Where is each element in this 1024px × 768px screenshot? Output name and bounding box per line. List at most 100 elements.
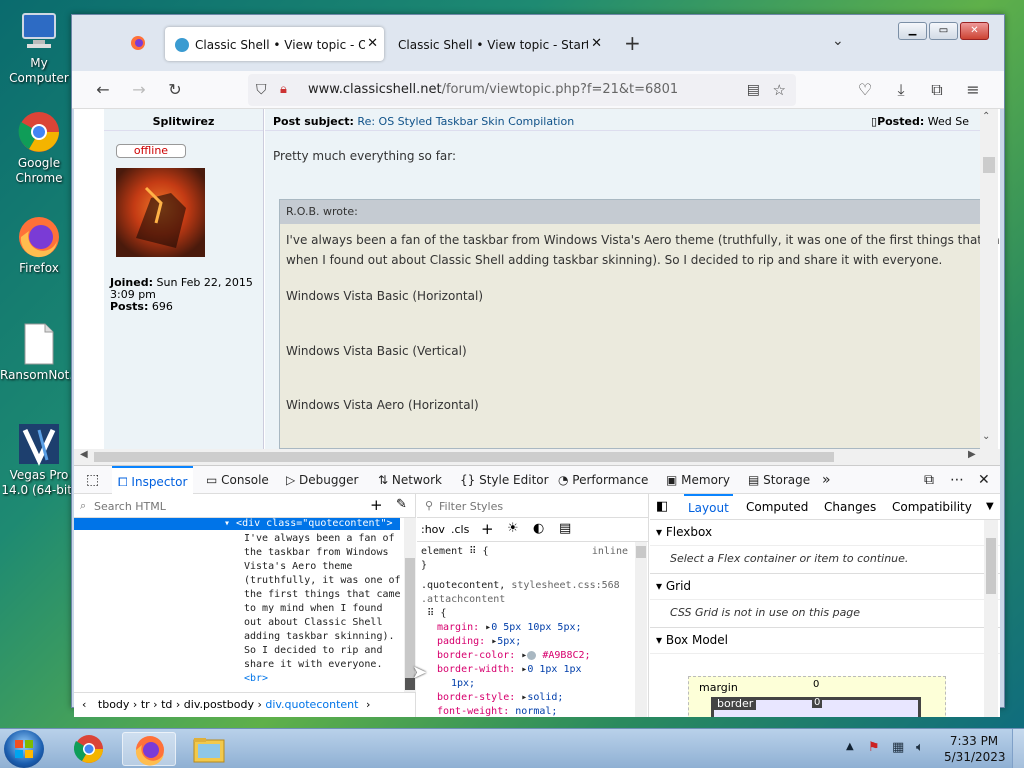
back-icon[interactable]: ← bbox=[92, 79, 114, 101]
pocket-icon[interactable]: ♡ bbox=[854, 79, 876, 101]
eyedropper-icon[interactable]: ✎ bbox=[396, 497, 407, 512]
desktop-icon-vegas-pro[interactable]: Vegas Pro 14.0 (64-bit) bbox=[0, 422, 78, 498]
network-icon[interactable]: ▦ bbox=[892, 740, 904, 755]
post-subject-link[interactable]: Re: OS Styled Taskbar Skin Compilation bbox=[357, 115, 574, 128]
html-search: ⌕ + ✎ bbox=[74, 494, 415, 518]
dock-icon[interactable]: ⧉ bbox=[924, 466, 934, 494]
close-tab-icon[interactable]: ✕ bbox=[367, 27, 378, 61]
tab-classic-shell-os[interactable]: Classic Shell • View topic - OS S ✕ bbox=[165, 27, 384, 61]
post-body-column: Post subject: Re: OS Styled Taskbar Skin… bbox=[265, 109, 1000, 449]
tab-performance[interactable]: ◔ Performance bbox=[558, 466, 648, 494]
url-bar[interactable]: ⛉ 🔒︎ www.classicshell.net/forum/viewtopi… bbox=[248, 74, 796, 106]
desktop-icon-ransomnote[interactable]: RansomNot... bbox=[0, 322, 81, 383]
desktop-icon-my-computer[interactable]: My Computer bbox=[0, 10, 78, 86]
folder-icon bbox=[193, 738, 225, 763]
page-horizontal-scrollbar[interactable]: ◀ ▶ bbox=[74, 449, 1000, 465]
tab-memory[interactable]: ▣ Memory bbox=[666, 466, 730, 494]
tab-network[interactable]: ⇅ Network bbox=[378, 466, 442, 494]
layout-scrollbar[interactable] bbox=[984, 520, 998, 717]
pick-element-icon[interactable]: ⬚ bbox=[86, 466, 106, 494]
extensions-icon[interactable]: ⧉ bbox=[926, 79, 948, 101]
start-button[interactable] bbox=[4, 730, 44, 768]
reader-view-icon[interactable]: ▤ bbox=[747, 74, 760, 106]
avatar[interactable] bbox=[116, 168, 205, 257]
more-tabs-icon[interactable]: » bbox=[822, 466, 831, 494]
breadcrumb: ‹ tbody › tr › td › div.postbody › div.q… bbox=[74, 692, 416, 716]
menu-icon[interactable]: ≡ bbox=[962, 79, 984, 101]
tab-computed[interactable]: Computed bbox=[746, 494, 808, 520]
light-theme-icon[interactable]: ☀ bbox=[507, 521, 519, 536]
tab-inspector[interactable]: ⧠ Inspector bbox=[112, 466, 194, 494]
close-tab-icon[interactable]: ✕ bbox=[591, 27, 602, 61]
grid-section[interactable]: ▾ Grid bbox=[650, 574, 1000, 600]
tab-storage[interactable]: ▤ Storage bbox=[748, 466, 810, 494]
flexbox-section[interactable]: ▾ Flexbox bbox=[650, 520, 1000, 546]
downloads-icon[interactable]: ⤓ bbox=[890, 79, 912, 101]
minimize-button[interactable]: ▁ bbox=[898, 22, 927, 40]
tab-changes[interactable]: Changes bbox=[824, 494, 876, 520]
taskbar-firefox[interactable] bbox=[122, 732, 176, 766]
vegas-icon bbox=[17, 422, 61, 466]
search-html-input[interactable] bbox=[94, 497, 354, 515]
taskbar-explorer[interactable] bbox=[182, 732, 236, 766]
author-name[interactable]: Splitwirez bbox=[104, 109, 263, 131]
style-editor-icon: {} bbox=[460, 473, 480, 487]
post-text: Pretty much everything so far: bbox=[273, 149, 457, 163]
performance-icon: ◔ bbox=[558, 473, 573, 487]
rules-scrollbar[interactable] bbox=[635, 542, 647, 717]
layout-pane: ◧ Layout Computed Changes Compatibility … bbox=[650, 494, 1000, 717]
quote-author: R.O.B. wrote: bbox=[280, 200, 988, 224]
firefox-view-icon[interactable] bbox=[130, 35, 146, 51]
dark-theme-icon[interactable]: ◐ bbox=[533, 521, 544, 536]
tab-debugger[interactable]: ▷ Debugger bbox=[286, 466, 358, 494]
tab-layout[interactable]: Layout bbox=[684, 494, 733, 520]
add-rule-icon[interactable]: + bbox=[481, 520, 494, 538]
firefox-icon bbox=[17, 215, 61, 259]
tab-style-editor[interactable]: {} Style Editor bbox=[460, 466, 549, 494]
hov-toggle[interactable]: :hov bbox=[421, 523, 445, 536]
forward-icon[interactable]: → bbox=[128, 79, 150, 101]
selected-node[interactable]: ▾ <div class="quotecontent"> bbox=[74, 518, 400, 530]
markup-pane: ⌕ + ✎ ▾ <div class="quotecontent"> I've … bbox=[74, 494, 416, 717]
add-node-icon[interactable]: + bbox=[370, 496, 383, 514]
breadcrumb-next-icon[interactable]: › bbox=[366, 698, 370, 711]
reload-icon[interactable]: ↻ bbox=[164, 79, 186, 101]
post-count[interactable]: 696 bbox=[152, 300, 173, 313]
navigation-bar: ← → ↻ ⛉ 🔒︎ www.classicshell.net/forum/vi… bbox=[72, 71, 1004, 109]
stylesheet-link[interactable]: stylesheet.css:568 bbox=[511, 580, 619, 591]
color-swatch[interactable] bbox=[527, 650, 537, 660]
breadcrumb-prev-icon[interactable]: ‹ bbox=[82, 698, 86, 711]
bookmark-star-icon[interactable]: ☆ bbox=[773, 74, 786, 106]
filter-icon: ⚲ bbox=[425, 499, 434, 512]
close-button[interactable]: ✕ bbox=[960, 22, 989, 40]
page-content: Splitwirez offline Joined: Sun Feb 22, 2… bbox=[74, 109, 1000, 449]
box-model-section[interactable]: ▾ Box Model bbox=[650, 628, 1000, 654]
desktop-icon-firefox[interactable]: Firefox bbox=[0, 215, 78, 276]
volume-icon[interactable]: 🔈︎ bbox=[916, 740, 924, 755]
show-desktop-button[interactable] bbox=[1012, 729, 1024, 768]
options-icon[interactable]: ⋯ bbox=[950, 466, 964, 494]
action-center-icon[interactable]: ⚑ bbox=[868, 740, 880, 755]
print-icon[interactable]: ▤ bbox=[559, 521, 571, 536]
chrome-icon bbox=[73, 735, 103, 763]
filter-styles-input[interactable] bbox=[439, 497, 639, 515]
new-tab-button[interactable]: + bbox=[624, 31, 641, 55]
clock[interactable]: 7:33 PM 5/31/2023 bbox=[944, 733, 1006, 765]
maximize-button[interactable]: ▭ bbox=[929, 22, 958, 40]
mouse-cursor: ➤ bbox=[412, 662, 428, 683]
taskbar-chrome[interactable] bbox=[62, 732, 116, 766]
tab-classic-shell-start[interactable]: Classic Shell • View topic - Start Butt … bbox=[388, 27, 608, 61]
desktop-icon-google-chrome[interactable]: Google Chrome bbox=[0, 110, 78, 186]
toggle-sidebar-icon[interactable]: ◧ bbox=[656, 494, 668, 520]
page-vertical-scrollbar[interactable]: ⌃ ⌄ bbox=[980, 109, 998, 449]
tab-console[interactable]: ▭ Console bbox=[206, 466, 269, 494]
box-border: border 0 bbox=[711, 697, 921, 717]
windows-logo-icon bbox=[15, 740, 33, 758]
chrome-icon bbox=[17, 110, 61, 154]
close-devtools-icon[interactable]: ✕ bbox=[978, 466, 990, 494]
tab-compatibility[interactable]: Compatibility bbox=[892, 494, 972, 520]
cls-toggle[interactable]: .cls bbox=[451, 523, 469, 536]
list-tabs-icon[interactable]: ⌄ bbox=[832, 33, 844, 49]
show-hidden-icons[interactable]: ▲ bbox=[846, 741, 854, 752]
chevron-down-icon[interactable]: ▼ bbox=[986, 494, 994, 520]
